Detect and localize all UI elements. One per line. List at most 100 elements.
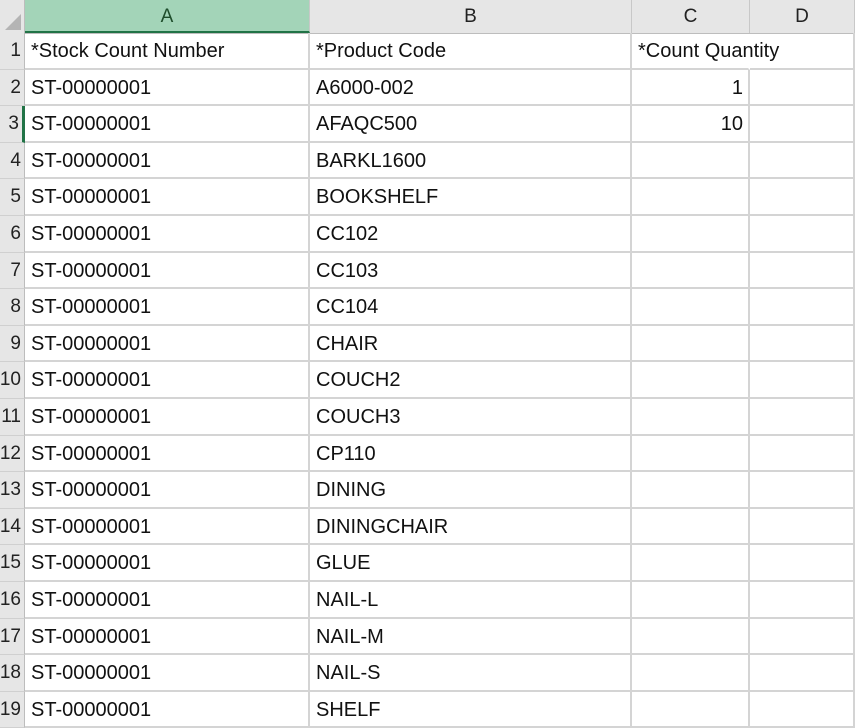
column-header-a[interactable]: A xyxy=(25,0,310,33)
cell-B16[interactable]: NAIL-L xyxy=(310,582,632,619)
cell-B17[interactable]: NAIL-M xyxy=(310,618,632,656)
row-header-3[interactable]: 3 xyxy=(0,106,25,143)
row-header-13[interactable]: 13 xyxy=(0,472,25,509)
cell-A5[interactable]: ST-00000001 xyxy=(25,179,310,216)
cell-A18[interactable]: ST-00000001 xyxy=(25,655,310,692)
cell-A4[interactable]: ST-00000001 xyxy=(25,142,310,180)
row-header-6[interactable]: 6 xyxy=(0,216,25,253)
cell-D2[interactable] xyxy=(750,69,855,107)
cell-A11[interactable]: ST-00000001 xyxy=(25,399,310,436)
cell-A1[interactable]: *Stock Count Number xyxy=(25,33,310,70)
cell-C16[interactable] xyxy=(632,582,750,619)
row-header-15[interactable]: 15 xyxy=(0,545,25,582)
row-header-11[interactable]: 11 xyxy=(0,399,25,436)
cell-C7[interactable] xyxy=(632,252,750,290)
cell-C13[interactable] xyxy=(632,472,750,509)
cell-A9[interactable]: ST-00000001 xyxy=(25,325,310,363)
cell-C17[interactable] xyxy=(632,618,750,656)
row-header-16[interactable]: 16 xyxy=(0,582,25,619)
cell-D18[interactable] xyxy=(750,655,855,692)
cell-A19[interactable]: ST-00000001 xyxy=(25,691,310,728)
column-header-b[interactable]: B xyxy=(310,0,632,33)
cell-C14[interactable] xyxy=(632,508,750,546)
cell-B18[interactable]: NAIL-S xyxy=(310,655,632,692)
select-all-button[interactable] xyxy=(0,0,25,33)
cell-A3[interactable]: ST-00000001 xyxy=(25,106,310,143)
cell-A13[interactable]: ST-00000001 xyxy=(25,472,310,509)
cell-B10[interactable]: COUCH2 xyxy=(310,362,632,399)
row-header-9[interactable]: 9 xyxy=(0,325,25,363)
row-header-1[interactable]: 1 xyxy=(0,33,25,70)
cell-B2[interactable]: A6000-002 xyxy=(310,69,632,107)
cell-B8[interactable]: CC104 xyxy=(310,289,632,326)
cell-D7[interactable] xyxy=(750,252,855,290)
cell-A14[interactable]: ST-00000001 xyxy=(25,508,310,546)
cell-D17[interactable] xyxy=(750,618,855,656)
cell-A10[interactable]: ST-00000001 xyxy=(25,362,310,399)
cell-B3[interactable]: AFAQC500 xyxy=(310,106,632,143)
cell-B19[interactable]: SHELF xyxy=(310,691,632,728)
row-header-7[interactable]: 7 xyxy=(0,252,25,290)
cell-D16[interactable] xyxy=(750,582,855,619)
cell-C18[interactable] xyxy=(632,655,750,692)
cell-C3[interactable]: 10 xyxy=(632,106,750,143)
cell-D13[interactable] xyxy=(750,472,855,509)
cell-D5[interactable] xyxy=(750,179,855,216)
cell-C6[interactable] xyxy=(632,216,750,253)
cell-A7[interactable]: ST-00000001 xyxy=(25,252,310,290)
row-header-14[interactable]: 14 xyxy=(0,508,25,546)
cell-D15[interactable] xyxy=(750,545,855,582)
row-header-10[interactable]: 10 xyxy=(0,362,25,399)
cell-B4[interactable]: BARKL1600 xyxy=(310,142,632,180)
cell-B14[interactable]: DININGCHAIR xyxy=(310,508,632,546)
cell-A12[interactable]: ST-00000001 xyxy=(25,435,310,473)
cell-C2[interactable]: 1 xyxy=(632,69,750,107)
cell-C11[interactable] xyxy=(632,399,750,436)
cell-A6[interactable]: ST-00000001 xyxy=(25,216,310,253)
row-header-17[interactable]: 17 xyxy=(0,618,25,656)
cell-B1[interactable]: *Product Code xyxy=(310,33,632,70)
row-header-8[interactable]: 8 xyxy=(0,289,25,326)
cell-D11[interactable] xyxy=(750,399,855,436)
cell-C19[interactable] xyxy=(632,691,750,728)
cell-C5[interactable] xyxy=(632,179,750,216)
cell-B7[interactable]: CC103 xyxy=(310,252,632,290)
cell-D19[interactable] xyxy=(750,691,855,728)
row-header-19[interactable]: 19 xyxy=(0,691,25,728)
cell-A2[interactable]: ST-00000001 xyxy=(25,69,310,107)
cell-D4[interactable] xyxy=(750,142,855,180)
row-header-2[interactable]: 2 xyxy=(0,69,25,107)
row-header-18[interactable]: 18 xyxy=(0,655,25,692)
cell-B11[interactable]: COUCH3 xyxy=(310,399,632,436)
cell-C4[interactable] xyxy=(632,142,750,180)
cell-C1[interactable]: *Count Quantity xyxy=(632,33,779,70)
row-header-4[interactable]: 4 xyxy=(0,142,25,180)
cell-D6[interactable] xyxy=(750,216,855,253)
cell-D12[interactable] xyxy=(750,435,855,473)
cell-D3[interactable] xyxy=(750,106,855,143)
cell-B13[interactable]: DINING xyxy=(310,472,632,509)
cell-A16[interactable]: ST-00000001 xyxy=(25,582,310,619)
cell-B12[interactable]: CP110 xyxy=(310,435,632,473)
cell-B6[interactable]: CC102 xyxy=(310,216,632,253)
cell-C9[interactable] xyxy=(632,325,750,363)
column-header-d[interactable]: D xyxy=(750,0,855,33)
cell-C10[interactable] xyxy=(632,362,750,399)
cell-A8[interactable]: ST-00000001 xyxy=(25,289,310,326)
row-header-5[interactable]: 5 xyxy=(0,179,25,216)
row-header-12[interactable]: 12 xyxy=(0,435,25,473)
cell-D14[interactable] xyxy=(750,508,855,546)
cell-D10[interactable] xyxy=(750,362,855,399)
cell-C8[interactable] xyxy=(632,289,750,326)
cell-D8[interactable] xyxy=(750,289,855,326)
cell-B5[interactable]: BOOKSHELF xyxy=(310,179,632,216)
cell-B15[interactable]: GLUE xyxy=(310,545,632,582)
cell-C15[interactable] xyxy=(632,545,750,582)
cell-D9[interactable] xyxy=(750,325,855,363)
column-header-c[interactable]: C xyxy=(632,0,750,33)
cell-C12[interactable] xyxy=(632,435,750,473)
cell-A17[interactable]: ST-00000001 xyxy=(25,618,310,656)
cell-A15[interactable]: ST-00000001 xyxy=(25,545,310,582)
cell-D1[interactable] xyxy=(750,33,855,70)
cell-B9[interactable]: CHAIR xyxy=(310,325,632,363)
